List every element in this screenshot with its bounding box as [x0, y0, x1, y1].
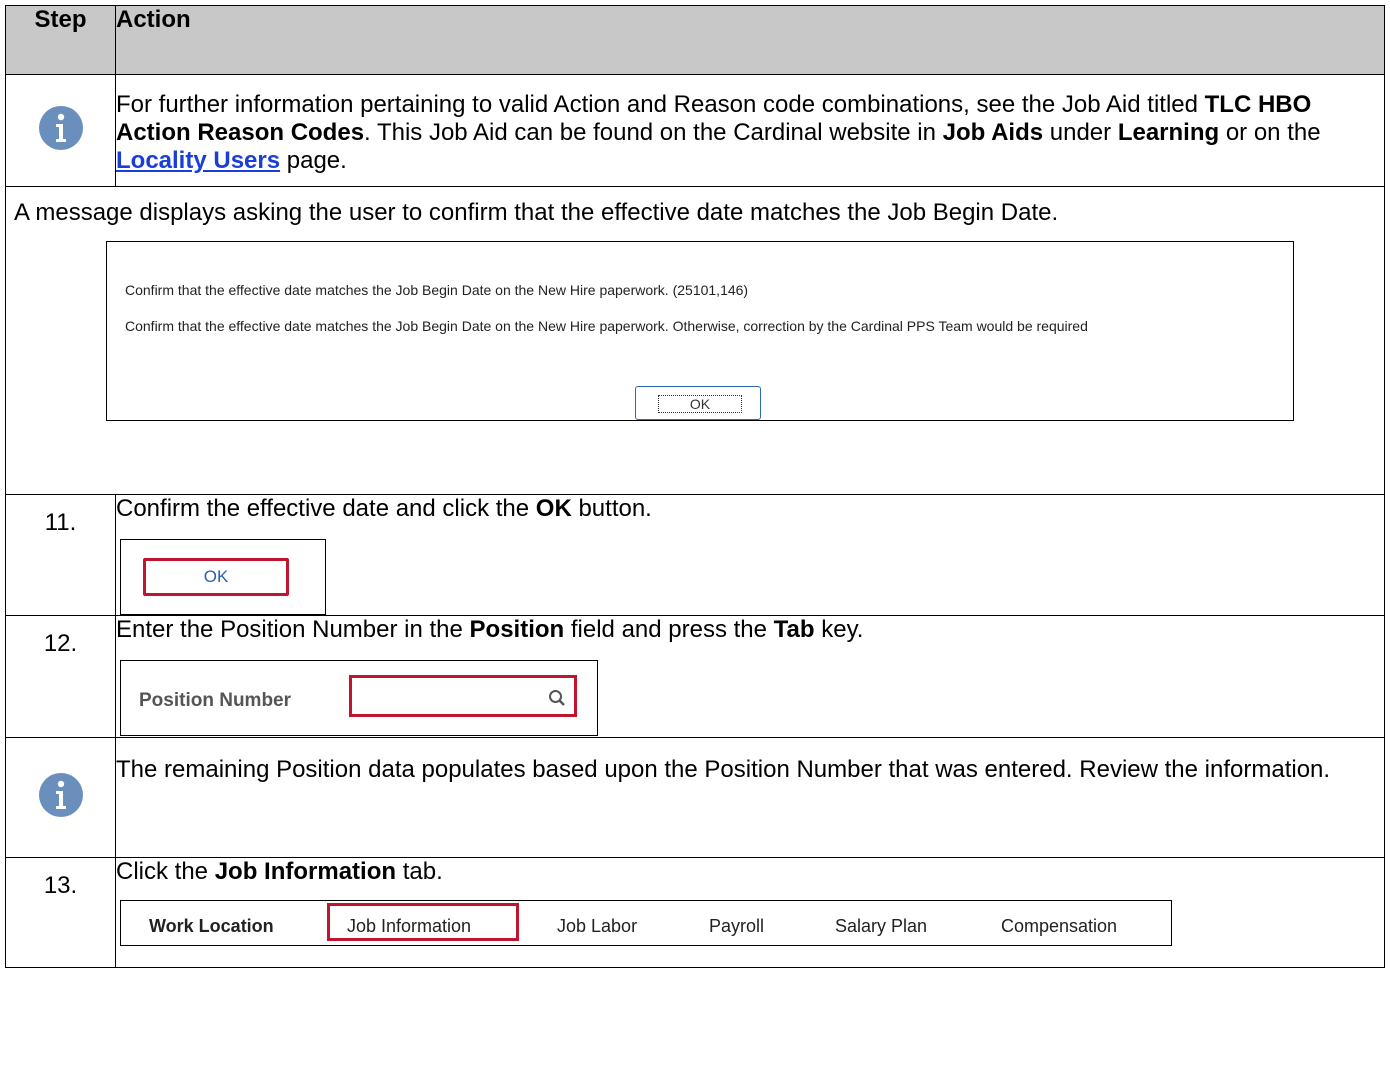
position-number-field[interactable] — [349, 675, 577, 717]
tab-compensation[interactable]: Compensation — [1001, 912, 1117, 940]
tab-job-labor[interactable]: Job Labor — [557, 912, 637, 940]
info-text-cell: For further information pertaining to va… — [115, 74, 1385, 187]
info-text: under — [1043, 119, 1118, 146]
tab-work-location[interactable]: Work Location — [149, 912, 274, 940]
step-row-11: 11. Confirm the effective date and click… — [5, 494, 1385, 616]
info-text-cell: The remaining Position data populates ba… — [115, 737, 1385, 858]
step-number: 11. — [5, 494, 116, 616]
dialog-message-title: Confirm that the effective date matches … — [125, 282, 749, 298]
tab-salary-plan[interactable]: Salary Plan — [835, 912, 927, 940]
info-icon-cell — [5, 737, 116, 858]
message-description: A message displays asking the user to co… — [14, 199, 1059, 226]
info-text: For further information pertaining to va… — [116, 91, 1205, 118]
dialog-message-body: Confirm that the effective date matches … — [125, 318, 1088, 334]
message-cell: A message displays asking the user to co… — [5, 186, 1385, 495]
tab-payroll[interactable]: Payroll — [709, 912, 764, 940]
info-icon — [38, 106, 83, 150]
ok-button[interactable]: OK — [143, 558, 289, 596]
dialog-ok-label: OK — [658, 395, 742, 413]
position-number-label: Position Number — [139, 690, 292, 711]
job-tabs-snippet: Work Location Job Information Job Labor … — [120, 900, 1172, 946]
info-text: . This Job Aid can be found on the Cardi… — [364, 119, 943, 146]
step-text: button. — [571, 495, 652, 522]
step-text: tab. — [396, 858, 443, 885]
message-row: A message displays asking the user to co… — [5, 186, 1385, 495]
learning-label: Learning — [1117, 119, 1220, 146]
step-text: field and press the — [564, 616, 774, 643]
step-text: Confirm the effective date and click the — [116, 495, 536, 522]
info-row-position-data: The remaining Position data populates ba… — [5, 737, 1385, 858]
job-information-label-bold: Job Information — [214, 858, 397, 885]
step-column-header: Step — [5, 5, 116, 75]
position-label-bold: Position — [469, 616, 565, 643]
position-field-snippet: Position Number — [120, 660, 598, 736]
step-text: key. — [814, 616, 864, 643]
info-icon-cell — [5, 74, 116, 187]
tab-key-label: Tab — [773, 616, 815, 643]
step-12-action: Enter the Position Number in the Positio… — [115, 615, 1385, 738]
tab-job-information[interactable]: Job Information — [347, 912, 471, 940]
action-column-header: Action — [115, 5, 1385, 75]
locality-users-link[interactable]: Locality Users — [116, 147, 280, 174]
search-icon[interactable] — [548, 686, 566, 714]
confirm-dialog-screenshot: Confirm that the effective date matches … — [106, 241, 1294, 421]
step-11-action: Confirm the effective date and click the… — [115, 494, 1385, 616]
job-aids-label: Job Aids — [942, 119, 1044, 146]
info-text: page. — [280, 147, 347, 174]
step-row-13: 13. Click the Job Information tab. Work … — [5, 857, 1385, 968]
position-number-input[interactable] — [358, 684, 542, 708]
info-text: or on the — [1219, 119, 1321, 146]
info-icon — [38, 773, 83, 817]
step-13-action: Click the Job Information tab. Work Loca… — [115, 857, 1385, 968]
steps-table: Step Action For further information pert… — [5, 5, 1385, 968]
ok-label-bold: OK — [535, 495, 572, 522]
step-number: 13. — [5, 857, 116, 968]
step-row-12: 12. Enter the Position Number in the Pos… — [5, 615, 1385, 738]
table-header-row: Step Action — [5, 5, 1385, 75]
step-text: Click the — [116, 858, 215, 885]
step-text: Enter the Position Number in the — [116, 616, 470, 643]
job-aid-page: Step Action For further information pert… — [0, 0, 1390, 1080]
info-row-action-reason: For further information pertaining to va… — [5, 74, 1385, 187]
ok-button-snippet: OK — [120, 539, 326, 615]
dialog-ok-button[interactable]: OK — [635, 386, 761, 420]
step-number: 12. — [5, 615, 116, 738]
